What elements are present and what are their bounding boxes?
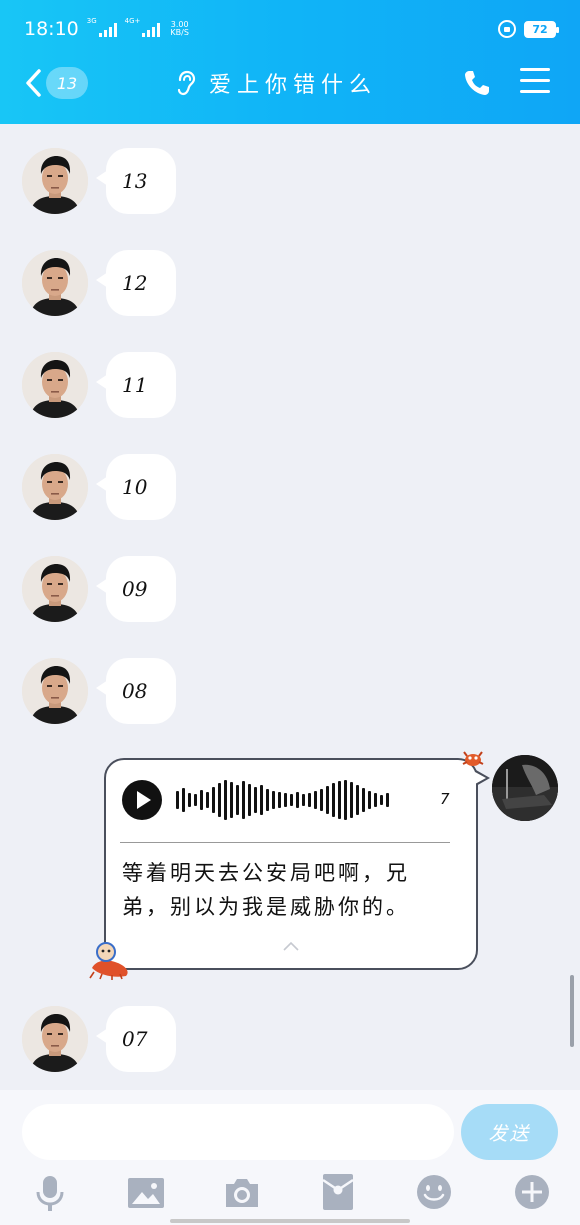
waveform-bar: [236, 785, 239, 815]
waveform-bar: [278, 792, 281, 808]
avatar-photo: [22, 454, 88, 520]
waveform-bar: [374, 793, 377, 807]
unread-count-badge: 13: [46, 67, 88, 99]
message-bubble[interactable]: 11: [96, 352, 176, 418]
chat-header: 18:10 3G 4G+ 3.00 KB/S 72 13 爱上你错什么: [0, 0, 580, 124]
contact-avatar[interactable]: [22, 658, 88, 724]
avatar-photo: [22, 1006, 88, 1072]
message-bubble[interactable]: 12: [96, 250, 176, 316]
waveform-bar: [302, 794, 305, 806]
contact-avatar[interactable]: [22, 148, 88, 214]
chat-title-area[interactable]: 爱上你错什么: [175, 66, 377, 100]
shrimp-sticker-icon: [89, 942, 128, 980]
battery-icon: 72: [524, 20, 559, 38]
waveform-bar: [188, 793, 191, 807]
waveform-bar: [272, 791, 275, 809]
waveform-bar: [212, 787, 215, 813]
avatar-photo: [22, 250, 88, 316]
sim2-label: 4G+: [124, 17, 141, 25]
contact-avatar[interactable]: [22, 454, 88, 520]
message-bubble[interactable]: 07: [96, 1006, 176, 1072]
ear-icon: [177, 70, 196, 96]
waveform-bar: [290, 794, 293, 806]
avatar-photo: [492, 755, 558, 821]
signal-icon: [98, 21, 117, 37]
voice-message-bubble[interactable]: 7 等着明天去公安局吧啊，兄弟，别以为我是威胁你的。: [104, 758, 490, 970]
waveform-bar: [326, 786, 329, 814]
waveform-bar: [224, 780, 227, 820]
my-avatar[interactable]: [492, 755, 558, 821]
waveform-bar: [218, 783, 221, 817]
contact-avatar[interactable]: [22, 556, 88, 622]
waveform-bar: [182, 788, 185, 812]
phone-icon[interactable]: [462, 68, 492, 98]
message-bubble[interactable]: 10: [96, 454, 176, 520]
voice-waveform: [176, 778, 426, 822]
chevron-up-icon[interactable]: [282, 940, 300, 952]
sim1-label: 3G: [86, 17, 97, 25]
plus-icon[interactable]: [512, 1172, 552, 1212]
waveform-bar: [362, 788, 365, 812]
status-bar: 18:10 3G 4G+ 3.00 KB/S 72: [24, 14, 559, 44]
signal-icon: [142, 21, 161, 37]
avatar-photo: [22, 352, 88, 418]
waveform-bar: [368, 791, 371, 809]
input-toolbar: [0, 1172, 580, 1218]
chevron-left-icon: [26, 69, 41, 97]
back-button[interactable]: 13: [24, 66, 94, 100]
microphone-icon[interactable]: [30, 1172, 70, 1212]
status-time: 18:10: [24, 18, 79, 40]
emoji-icon[interactable]: [414, 1172, 454, 1212]
message-bubble[interactable]: 13: [96, 148, 176, 214]
waveform-bar: [248, 784, 251, 816]
voice-transcript: 等着明天去公安局吧啊，兄弟，别以为我是威胁你的。: [122, 861, 410, 919]
waveform-bar: [266, 789, 269, 811]
menu-icon[interactable]: [520, 68, 550, 98]
avatar-photo: [22, 658, 88, 724]
crab-sticker-icon: [462, 751, 484, 766]
play-button[interactable]: [122, 780, 162, 820]
scrollbar-thumb[interactable]: [570, 975, 574, 1047]
avatar-photo: [22, 148, 88, 214]
waveform-bar: [230, 782, 233, 818]
waveform-bar: [332, 783, 335, 817]
waveform-bar: [284, 793, 287, 807]
divider: [120, 842, 450, 843]
waveform-bar: [314, 791, 317, 809]
waveform-bar: [260, 785, 263, 815]
message-bubble[interactable]: 08: [96, 658, 176, 724]
input-bar: 发送: [0, 1090, 580, 1225]
camera-icon[interactable]: [222, 1172, 262, 1212]
waveform-bar: [380, 795, 383, 805]
red-packet-icon[interactable]: [318, 1172, 358, 1212]
contact-avatar[interactable]: [22, 250, 88, 316]
home-indicator: [170, 1219, 410, 1223]
waveform-bar: [386, 793, 389, 807]
waveform-bar: [206, 792, 209, 808]
waveform-bar: [296, 792, 299, 808]
waveform-bar: [254, 787, 257, 813]
waveform-bar: [350, 782, 353, 818]
message-input[interactable]: [22, 1104, 454, 1160]
voice-duration: 7: [440, 790, 450, 808]
contact-avatar[interactable]: [22, 1006, 88, 1072]
waveform-bar: [176, 791, 179, 809]
waveform-bar: [338, 781, 341, 819]
waveform-bar: [356, 785, 359, 815]
waveform-bar: [200, 790, 203, 810]
send-button[interactable]: 发送: [461, 1104, 558, 1160]
waveform-bar: [320, 789, 323, 811]
waveform-bar: [344, 780, 347, 820]
waveform-bar: [242, 781, 245, 819]
message-bubble[interactable]: 09: [96, 556, 176, 622]
waveform-bar: [194, 794, 197, 806]
contact-avatar[interactable]: [22, 352, 88, 418]
waveform-bar: [308, 793, 311, 807]
image-icon[interactable]: [126, 1172, 166, 1212]
avatar-photo: [22, 556, 88, 622]
nav-bar: 13 爱上你错什么: [0, 62, 580, 104]
chat-title: 爱上你错什么: [209, 73, 378, 98]
rotation-lock-icon: [498, 20, 516, 38]
network-speed: 3.00 KB/S: [170, 20, 189, 37]
